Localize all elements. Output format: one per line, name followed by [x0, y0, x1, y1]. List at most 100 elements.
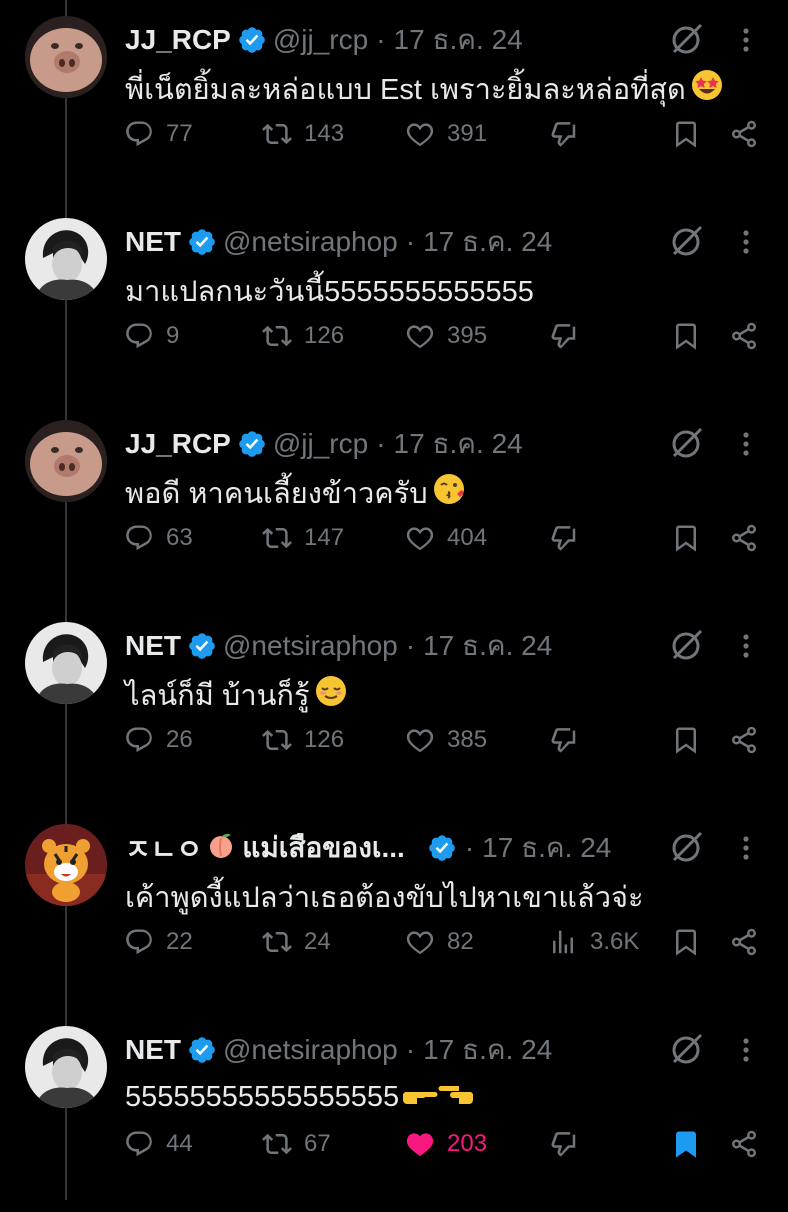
- tweet-actions: 77 143 391: [0, 114, 788, 154]
- tweet[interactable]: JJ_RCP @jj_rcp · 17 ธ.ค. 24 พอดี หาคนเลี้ยงข…: [0, 404, 788, 606]
- tweet-date[interactable]: 17 ธ.ค. 24: [394, 422, 523, 466]
- tweet-date[interactable]: 17 ธ.ค. 24: [423, 220, 552, 264]
- verified-badge-icon: [237, 25, 267, 55]
- tweet[interactable]: NET @netsiraphop · 17 ธ.ค. 24 ไลน์ก็มี บ้านก…: [0, 606, 788, 808]
- like-button[interactable]: 385: [405, 720, 487, 760]
- views-button[interactable]: 3.6K: [548, 922, 639, 962]
- tweet-header: NET @netsiraphop · 17 ธ.ค. 24: [125, 1030, 552, 1070]
- downvote-button[interactable]: [544, 720, 584, 760]
- retweet-count: 147: [304, 524, 345, 551]
- reply-button[interactable]: 63: [124, 518, 193, 558]
- share-button[interactable]: [724, 518, 764, 558]
- more-options-icon[interactable]: [736, 26, 756, 54]
- retweet-button[interactable]: 24: [262, 922, 331, 962]
- like-count: 385: [447, 726, 488, 753]
- bookmark-button[interactable]: [666, 922, 706, 962]
- display-name-extra[interactable]: แม่เสือของเ...: [242, 826, 405, 870]
- tweet-text-content: พี่เน็ตยิ้มละหล่อแบบ Est เพราะยิ้มละหล่อ…: [125, 74, 686, 106]
- avatar[interactable]: [25, 16, 107, 98]
- user-handle[interactable]: @netsiraphop: [223, 1034, 398, 1066]
- more-options-icon[interactable]: [736, 228, 756, 256]
- tweet-date[interactable]: 17 ธ.ค. 24: [423, 1028, 552, 1072]
- reply-button[interactable]: 22: [124, 922, 193, 962]
- retweet-button[interactable]: 147: [262, 518, 344, 558]
- downvote-button[interactable]: [544, 316, 584, 356]
- grok-icon[interactable]: [668, 20, 706, 58]
- bookmark-button[interactable]: [666, 518, 706, 558]
- tweet-date[interactable]: 17 ธ.ค. 24: [482, 826, 611, 870]
- retweet-icon: [262, 1129, 304, 1159]
- share-button[interactable]: [724, 922, 764, 962]
- like-button[interactable]: 395: [405, 316, 487, 356]
- more-options-icon[interactable]: [736, 834, 756, 862]
- retweet-count: 67: [304, 1130, 331, 1157]
- tweet-date[interactable]: 17 ธ.ค. 24: [423, 624, 552, 668]
- heart-icon: [405, 927, 447, 957]
- retweet-button[interactable]: 67: [262, 1124, 331, 1164]
- display-name[interactable]: JJ_RCP: [125, 24, 231, 56]
- share-icon: [729, 927, 759, 957]
- reply-count: 22: [166, 928, 193, 955]
- avatar[interactable]: [25, 622, 107, 704]
- bookmark-button[interactable]: [666, 720, 706, 760]
- share-button[interactable]: [724, 114, 764, 154]
- display-name[interactable]: JJ_RCP: [125, 428, 231, 460]
- bookmark-button[interactable]: [666, 1124, 706, 1164]
- downvote-button[interactable]: [544, 518, 584, 558]
- like-button[interactable]: 404: [405, 518, 487, 558]
- like-button[interactable]: 203: [405, 1124, 487, 1164]
- display-name[interactable]: NET: [125, 1034, 181, 1066]
- bookmark-button[interactable]: [666, 114, 706, 154]
- user-handle[interactable]: @jj_rcp: [273, 428, 368, 460]
- retweet-button[interactable]: 126: [262, 316, 344, 356]
- reply-count: 63: [166, 524, 193, 551]
- retweet-button[interactable]: 126: [262, 720, 344, 760]
- display-name[interactable]: NET: [125, 630, 181, 662]
- display-name[interactable]: NET: [125, 226, 181, 258]
- share-button[interactable]: [724, 1124, 764, 1164]
- reply-button[interactable]: 44: [124, 1124, 193, 1164]
- retweet-icon: [262, 321, 304, 351]
- grok-icon[interactable]: [668, 626, 706, 664]
- more-options-icon[interactable]: [736, 430, 756, 458]
- tweet[interactable]: ㅈㄴㅇ แม่เสือของเ... · 17 ธ.ค. 24 เค้าพูดงี้แป…: [0, 808, 788, 1010]
- avatar[interactable]: [25, 420, 107, 502]
- share-button[interactable]: [724, 316, 764, 356]
- like-count: 404: [447, 524, 488, 551]
- more-options-icon[interactable]: [736, 632, 756, 660]
- share-button[interactable]: [724, 720, 764, 760]
- display-name[interactable]: ㅈㄴㅇ: [125, 828, 202, 868]
- like-button[interactable]: 391: [405, 114, 487, 154]
- peach-emoji: [206, 830, 236, 867]
- user-handle[interactable]: @netsiraphop: [223, 226, 398, 258]
- share-icon: [729, 119, 759, 149]
- like-count: 395: [447, 322, 488, 349]
- bookmark-button[interactable]: [666, 316, 706, 356]
- more-options-icon[interactable]: [736, 1036, 756, 1064]
- grok-icon[interactable]: [668, 828, 706, 866]
- tweet[interactable]: NET @netsiraphop · 17 ธ.ค. 24 มาแปลกนะวันนี้…: [0, 202, 788, 404]
- reply-button[interactable]: 9: [124, 316, 179, 356]
- like-button[interactable]: 82: [405, 922, 474, 962]
- grok-icon[interactable]: [668, 222, 706, 260]
- avatar[interactable]: [25, 1026, 107, 1108]
- user-handle[interactable]: @netsiraphop: [223, 630, 398, 662]
- retweet-button[interactable]: 143: [262, 114, 344, 154]
- tweet-date[interactable]: 17 ธ.ค. 24: [394, 18, 523, 62]
- tweet-actions: 26 126 385: [0, 720, 788, 760]
- user-handle[interactable]: @jj_rcp: [273, 24, 368, 56]
- downvote-button[interactable]: [544, 114, 584, 154]
- grok-icon[interactable]: [668, 424, 706, 462]
- reply-button[interactable]: 26: [124, 720, 193, 760]
- pointing-hands-emoji: [403, 1076, 474, 1118]
- avatar[interactable]: [25, 824, 107, 906]
- grok-icon[interactable]: [668, 1030, 706, 1068]
- avatar[interactable]: [25, 218, 107, 300]
- tweet[interactable]: NET @netsiraphop · 17 ธ.ค. 24 55555555555555…: [0, 1010, 788, 1212]
- tweet-text-content: มาแปลกนะวันนี้5555555555555: [125, 276, 534, 308]
- downvote-button[interactable]: [544, 1124, 584, 1164]
- tweet-header: JJ_RCP @jj_rcp · 17 ธ.ค. 24: [125, 20, 523, 60]
- tweet[interactable]: JJ_RCP @jj_rcp · 17 ธ.ค. 24 พี่เน็ตยิ้มละหล่…: [0, 0, 788, 202]
- retweet-icon: [262, 725, 304, 755]
- reply-button[interactable]: 77: [124, 114, 193, 154]
